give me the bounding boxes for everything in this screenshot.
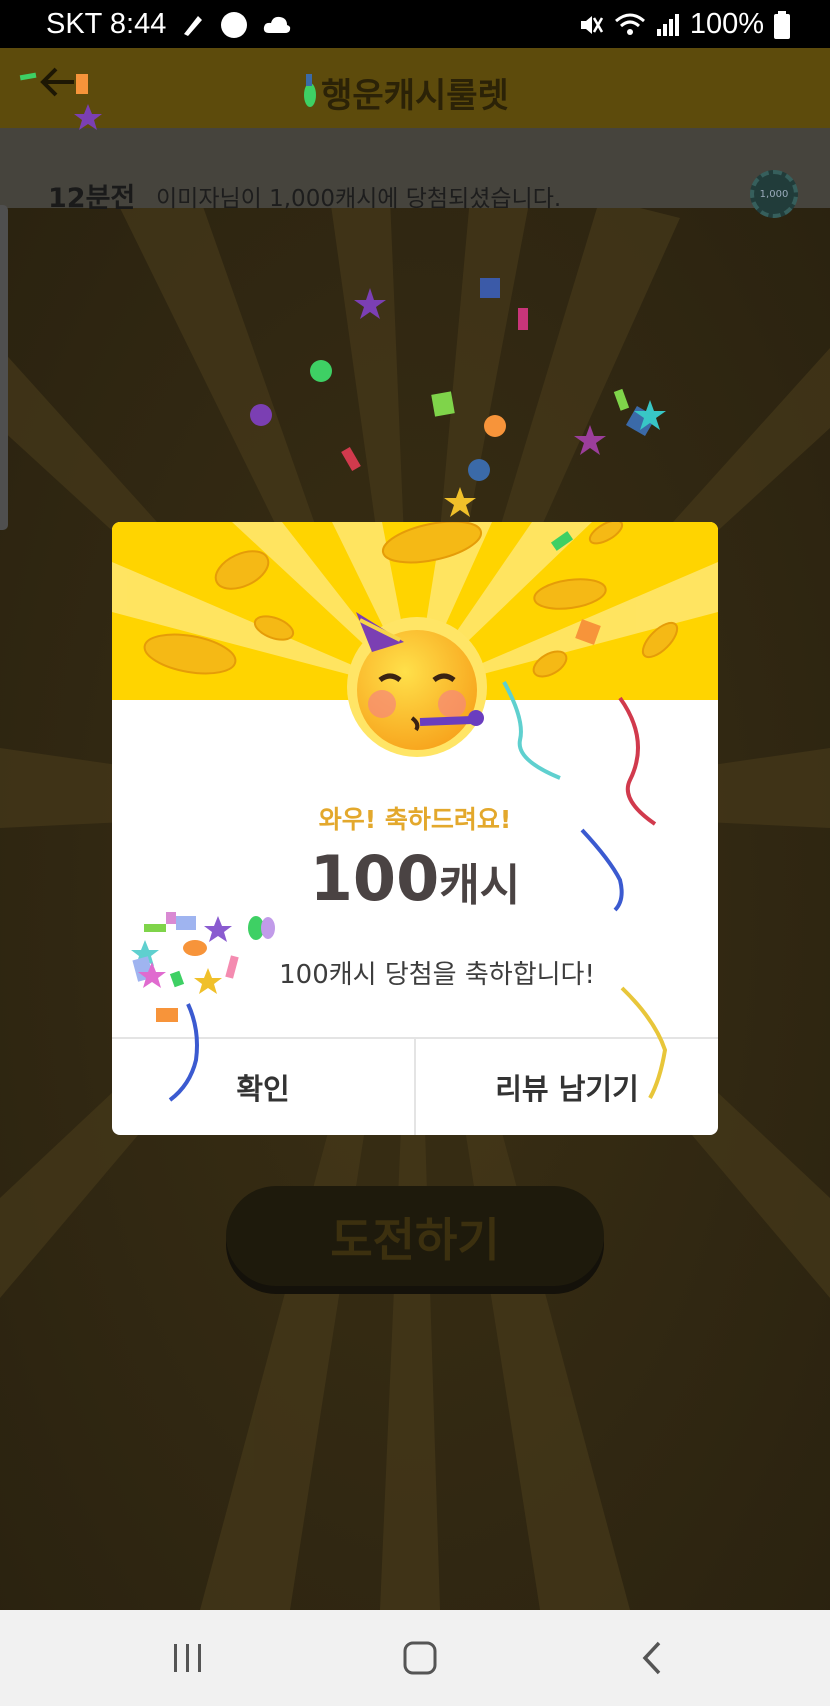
win-dialog: 와우! 축하드려요! 100캐시 100캐시 당첨을 축하합니다! 확인 리뷰 …: [112, 522, 718, 1135]
prize-message: 100캐시 당첨을 축하합니다!: [279, 960, 595, 990]
dialog-button-row: 확인 리뷰 남기기: [112, 1037, 718, 1135]
signal-icon: [656, 13, 680, 37]
battery-level: 100%: [689, 8, 764, 40]
home-icon[interactable]: [398, 1638, 442, 1678]
recent-apps-icon[interactable]: [166, 1638, 210, 1678]
mute-icon: [578, 12, 604, 38]
chip-label: 1,000: [759, 188, 789, 200]
lock-app-icon: [220, 11, 248, 39]
back-nav-icon[interactable]: [630, 1638, 674, 1678]
carrier-time: SKT 8:44: [46, 8, 167, 40]
cash-chip-icon: 1,000: [750, 170, 798, 218]
party-face-emoji-icon: [342, 612, 492, 762]
leave-review-button[interactable]: 리뷰 남기기: [416, 1039, 718, 1135]
edge-panel-handle[interactable]: [0, 205, 8, 530]
page-title: 행운캐시룰렛: [321, 76, 509, 116]
prize-amount-unit: 캐시: [439, 860, 521, 911]
battery-icon: [774, 10, 790, 39]
congrats-heading: 와우! 축하드려요!: [318, 805, 512, 834]
prize-amount-number: 100: [309, 842, 440, 915]
cloud-sync-icon: [262, 13, 292, 37]
leave-review-button-label: 리뷰 남기기: [495, 1072, 639, 1106]
prize-amount: 100캐시: [112, 842, 718, 915]
ticker-time: 12분전: [48, 183, 136, 214]
status-bar: SKT 8:44 100%: [0, 0, 830, 48]
wifi-icon: [614, 12, 646, 38]
ticker-message: 이미자님이 1,000캐시에 당첨되셨습니다.: [156, 186, 562, 212]
confirm-button-label: 확인: [236, 1072, 290, 1106]
challenge-button-label: 도전하기: [330, 1213, 500, 1267]
pen-icon: [180, 12, 206, 38]
confirm-button[interactable]: 확인: [112, 1039, 416, 1135]
